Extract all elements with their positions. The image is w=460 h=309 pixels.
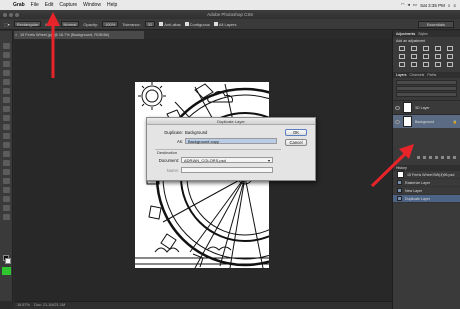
- photoshop-screen: Grab File Edit Capture Window Help ◠ ◂ ▭…: [0, 0, 460, 309]
- arrow-head-up-icon: [46, 12, 60, 26]
- annotation-arrows: [46, 12, 414, 188]
- arrow-to-background-layer: [370, 151, 408, 188]
